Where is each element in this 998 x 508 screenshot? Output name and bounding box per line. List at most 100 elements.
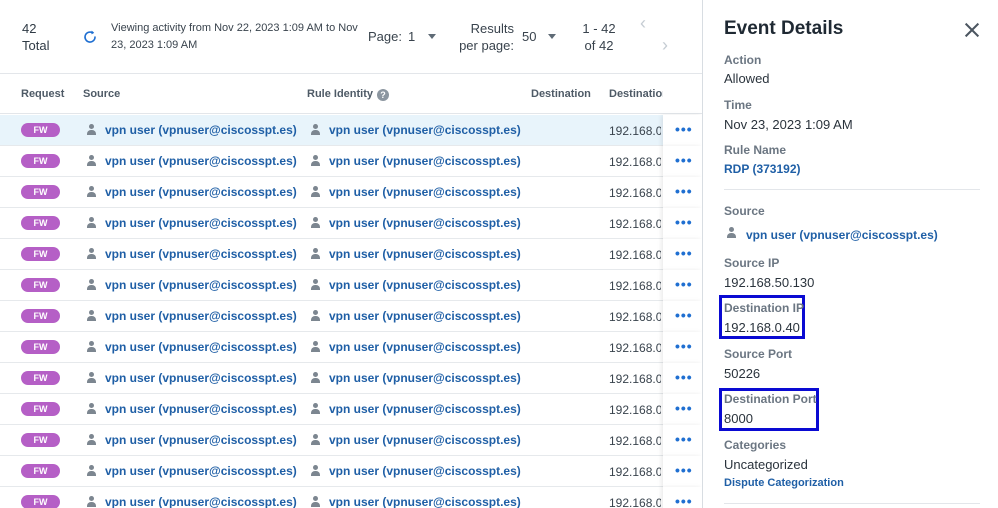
more-horizontal-icon[interactable]: ••• <box>675 215 693 229</box>
table-row[interactable]: FW vpn user (vpnuser@ciscosspt.es) vpn use… <box>0 239 702 270</box>
source-user-link[interactable]: vpn user (vpnuser@ciscosspt.es) <box>105 309 297 323</box>
more-horizontal-icon[interactable]: ••• <box>675 308 693 322</box>
source-user-link[interactable]: vpn user (vpnuser@ciscosspt.es) <box>105 154 297 168</box>
user-icon <box>310 124 321 136</box>
table-row[interactable]: FW vpn user (vpnuser@ciscosspt.es) vpn use… <box>0 208 702 239</box>
source-user-link[interactable]: vpn user (vpnuser@ciscosspt.es) <box>105 371 297 385</box>
table-row[interactable]: FW vpn user (vpnuser@ciscosspt.es) vpn use… <box>0 301 702 332</box>
more-horizontal-icon[interactable]: ••• <box>675 401 693 415</box>
table-row[interactable]: FW vpn user (vpnuser@ciscosspt.es) vpn use… <box>0 146 702 177</box>
rule-identity-link[interactable]: vpn user (vpnuser@ciscosspt.es) <box>329 278 521 292</box>
row-actions-cell: ••• <box>663 177 702 208</box>
time-value: Nov 23, 2023 1:09 AM <box>724 117 853 132</box>
table-row[interactable]: FW vpn user (vpnuser@ciscosspt.es) vpn use… <box>0 270 702 301</box>
more-horizontal-icon[interactable]: ••• <box>675 339 693 353</box>
user-icon <box>310 496 321 508</box>
table-row[interactable]: FW vpn user (vpnuser@ciscosspt.es) vpn use… <box>0 394 702 425</box>
results-per-page-label: Results per page: <box>459 21 514 53</box>
column-header-destination-ip[interactable]: Destination IP <box>609 88 663 100</box>
user-icon <box>86 155 97 167</box>
more-horizontal-icon[interactable]: ••• <box>675 277 693 291</box>
rule-identity-link[interactable]: vpn user (vpnuser@ciscosspt.es) <box>329 247 521 261</box>
source-user-link[interactable]: vpn user (vpnuser@ciscosspt.es) <box>105 247 297 261</box>
divider <box>724 503 980 504</box>
source-label: Source <box>724 204 765 218</box>
total-count-label: Total <box>22 38 50 53</box>
user-icon <box>310 279 321 291</box>
user-icon <box>310 217 321 229</box>
results-chevron-down-icon[interactable] <box>548 34 556 39</box>
rule-identity-link[interactable]: vpn user (vpnuser@ciscosspt.es) <box>329 433 521 447</box>
help-icon[interactable]: ? <box>377 89 390 101</box>
source-user-link[interactable]: vpn user (vpnuser@ciscosspt.es) <box>105 464 297 478</box>
more-horizontal-icon[interactable]: ••• <box>675 494 693 508</box>
source-user-link[interactable]: vpn user (vpnuser@ciscosspt.es) <box>105 278 297 292</box>
rule-identity-link[interactable]: vpn user (vpnuser@ciscosspt.es) <box>329 185 521 199</box>
source-user-link[interactable]: vpn user (vpnuser@ciscosspt.es) <box>746 228 938 242</box>
event-details-panel: Event Details Action Allowed Time Nov 23… <box>702 0 998 508</box>
request-type-badge: FW <box>21 247 60 261</box>
table-row[interactable]: FW vpn user (vpnuser@ciscosspt.es) vpn use… <box>0 332 702 363</box>
close-icon[interactable] <box>964 22 980 38</box>
source-user-link[interactable]: vpn user (vpnuser@ciscosspt.es) <box>105 495 297 508</box>
more-horizontal-icon[interactable]: ••• <box>675 153 693 167</box>
chevron-left-icon[interactable]: ‹ <box>640 14 646 32</box>
destination-ip-cell: 192.168.0.40 <box>609 217 661 231</box>
table-row[interactable]: FW vpn user (vpnuser@ciscosspt.es) vpn use… <box>0 487 702 508</box>
more-horizontal-icon[interactable]: ••• <box>675 463 693 477</box>
source-ip-label: Source IP <box>724 256 780 270</box>
source-user-link[interactable]: vpn user (vpnuser@ciscosspt.es) <box>105 402 297 416</box>
table-row[interactable]: FW vpn user (vpnuser@ciscosspt.es) vpn use… <box>0 177 702 208</box>
rule-identity-link[interactable]: vpn user (vpnuser@ciscosspt.es) <box>329 464 521 478</box>
column-header-source[interactable]: Source <box>83 88 120 100</box>
request-type-badge: FW <box>21 371 60 385</box>
row-actions-cell: ••• <box>663 208 702 239</box>
user-icon <box>310 341 321 353</box>
table-row[interactable]: FW vpn user (vpnuser@ciscosspt.es) vpn use… <box>0 363 702 394</box>
rule-identity-link[interactable]: vpn user (vpnuser@ciscosspt.es) <box>329 154 521 168</box>
more-horizontal-icon[interactable]: ••• <box>675 122 693 136</box>
rule-identity-link[interactable]: vpn user (vpnuser@ciscosspt.es) <box>329 371 521 385</box>
request-type-badge: FW <box>21 402 60 416</box>
source-user-link[interactable]: vpn user (vpnuser@ciscosspt.es) <box>105 123 297 137</box>
destination-ip-value: 192.168.0.40 <box>724 320 800 335</box>
action-label: Action <box>724 53 762 67</box>
more-horizontal-icon[interactable]: ••• <box>675 370 693 384</box>
table-row[interactable]: FW vpn user (vpnuser@ciscosspt.es) vpn use… <box>0 456 702 487</box>
row-actions-cell: ••• <box>663 332 702 363</box>
categories-label: Categories <box>724 438 787 452</box>
dispute-categorization-link[interactable]: Dispute Categorization <box>724 477 844 489</box>
source-user-link[interactable]: vpn user (vpnuser@ciscosspt.es) <box>105 340 297 354</box>
user-icon <box>310 372 321 384</box>
table-row[interactable]: FW vpn user (vpnuser@ciscosspt.es) vpn use… <box>0 425 702 456</box>
rule-identity-link[interactable]: vpn user (vpnuser@ciscosspt.es) <box>329 340 521 354</box>
request-type-badge: FW <box>21 433 60 447</box>
page-select[interactable]: 1 <box>408 29 415 44</box>
results-per-page-select[interactable]: 50 <box>522 29 536 44</box>
source-user-link[interactable]: vpn user (vpnuser@ciscosspt.es) <box>105 433 297 447</box>
rule-identity-link[interactable]: vpn user (vpnuser@ciscosspt.es) <box>329 123 521 137</box>
table-row[interactable]: FW vpn user (vpnuser@ciscosspt.es) vpn use… <box>0 115 702 146</box>
column-header-rule-identity[interactable]: Rule Identity? <box>307 88 390 101</box>
rule-identity-link[interactable]: vpn user (vpnuser@ciscosspt.es) <box>329 402 521 416</box>
source-user-link[interactable]: vpn user (vpnuser@ciscosspt.es) <box>105 216 297 230</box>
page-chevron-down-icon[interactable] <box>428 34 436 39</box>
refresh-icon[interactable] <box>82 29 98 45</box>
source-user-link[interactable]: vpn user (vpnuser@ciscosspt.es) <box>105 185 297 199</box>
column-header-destination[interactable]: Destination <box>531 88 591 100</box>
user-icon <box>86 434 97 446</box>
rule-identity-link[interactable]: vpn user (vpnuser@ciscosspt.es) <box>329 216 521 230</box>
more-horizontal-icon[interactable]: ••• <box>675 432 693 446</box>
rule-identity-link[interactable]: vpn user (vpnuser@ciscosspt.es) <box>329 495 521 508</box>
row-actions-cell: ••• <box>663 487 702 508</box>
user-icon <box>86 310 97 322</box>
source-port-label: Source Port <box>724 347 793 361</box>
column-header-request[interactable]: Request <box>21 88 64 100</box>
user-icon <box>86 248 97 260</box>
rule-identity-link[interactable]: vpn user (vpnuser@ciscosspt.es) <box>329 309 521 323</box>
more-horizontal-icon[interactable]: ••• <box>675 184 693 198</box>
rule-name-link[interactable]: RDP (373192) <box>724 162 801 176</box>
chevron-right-icon[interactable]: › <box>662 36 668 54</box>
user-icon <box>86 124 97 136</box>
more-horizontal-icon[interactable]: ••• <box>675 246 693 260</box>
